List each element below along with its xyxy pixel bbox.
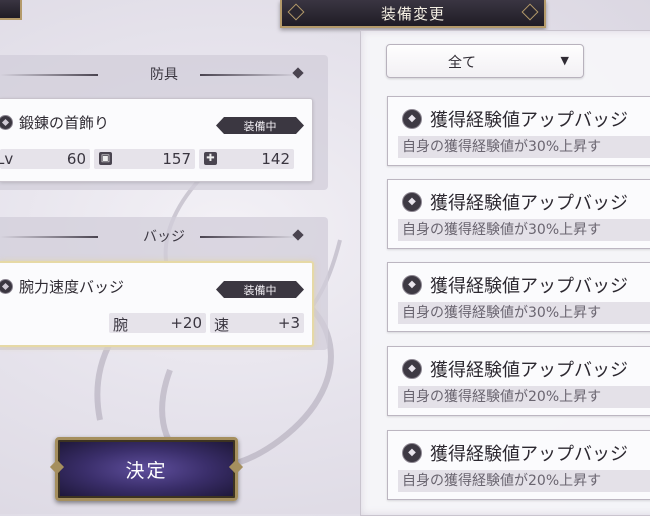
dropdown-triangle-icon: ▼ [560, 54, 569, 67]
badge-item-description: 自身の獲得経験値が30%上昇す [398, 136, 650, 158]
screen-title: 装備変更 [280, 0, 546, 28]
badge-list-item[interactable]: ◆ 獲得経験値アップバッジ 自身の獲得経験値が20%上昇す [387, 430, 650, 500]
cross-shield-icon: ✚ [204, 152, 217, 165]
armor-name: 鍛錬の首飾り [19, 114, 110, 132]
item-type-icon [0, 115, 13, 130]
badge-name-row: 腕力速度バッジ [0, 276, 124, 297]
stat-spacer [0, 313, 105, 333]
badge-name: 腕力速度バッジ [19, 278, 125, 296]
level-label: Lv [0, 150, 14, 168]
defense-stat: ▣ 157 [94, 149, 195, 169]
equipped-badge-card[interactable]: 腕力速度バッジ 装備中 腕 +20 速 +3 [0, 261, 314, 347]
badge-section-header: バッジ [0, 217, 328, 255]
speed-label: 速 [214, 316, 230, 334]
item-type-icon [0, 279, 13, 294]
header-rule-tip [292, 67, 304, 79]
confirm-button[interactable]: 決定 [55, 437, 238, 501]
header-rule-right [200, 236, 298, 238]
badge-section-title: バッジ [143, 229, 185, 245]
armor-name-row: 鍛錬の首飾り [0, 112, 109, 133]
badge-item-name: 獲得経験値アップバッジ [430, 360, 628, 381]
badge-item-description: 自身の獲得経験値が30%上昇す [398, 219, 650, 241]
badge-item-description: 自身の獲得経験値が30%上昇す [398, 302, 650, 324]
badge-type-icon: ◆ [402, 275, 422, 295]
strength-value: +20 [170, 314, 202, 332]
badge-item-name: 獲得経験値アップバッジ [430, 444, 628, 465]
level-stat: Lv 60 [0, 149, 90, 169]
armor-stats: Lv 60 ▣ 157 ✚ 142 [0, 149, 304, 169]
level-value: 60 [66, 150, 86, 168]
badge-list-item[interactable]: ◆ 獲得経験値アップバッジ 自身の獲得経験値が20%上昇す [387, 346, 650, 416]
equipped-tag: 装備中 [216, 117, 304, 134]
magic-defense-value: 142 [261, 150, 290, 168]
speed-stat: 速 +3 [210, 313, 304, 334]
badge-type-icon: ◆ [402, 192, 422, 212]
badge-list-item[interactable]: ◆ 獲得経験値アップバッジ 自身の獲得経験値が30%上昇す [387, 96, 650, 166]
badge-section: バッジ 腕力速度バッジ 装備中 腕 +20 速 +3 [0, 217, 328, 350]
strength-label: 腕 [113, 316, 129, 334]
armor-section-header: 防具 [0, 55, 328, 93]
armor-section-title: 防具 [150, 67, 178, 83]
badge-item-description: 自身の獲得経験値が20%上昇す [398, 470, 650, 492]
badge-stats: 腕 +20 速 +3 [0, 313, 304, 334]
badge-item-name: 獲得経験値アップバッジ [430, 110, 628, 131]
header-rule-left [0, 236, 98, 238]
equipped-armor-card[interactable]: 鍛錬の首飾り 装備中 Lv 60 ▣ 157 ✚ 142 [0, 98, 313, 182]
header-rule-tip [292, 229, 304, 241]
badge-list-item[interactable]: ◆ 獲得経験値アップバッジ 自身の獲得経験値が30%上昇す [387, 262, 650, 332]
defense-value: 157 [162, 150, 191, 168]
badge-type-icon: ◆ [402, 443, 422, 463]
header-rule-left [0, 74, 98, 76]
badge-item-description: 自身の獲得経験値が20%上昇す [398, 386, 650, 408]
equipped-tag: 装備中 [216, 281, 304, 298]
filter-selected-value: 全て [448, 55, 476, 71]
armor-section: 防具 鍛錬の首飾り 装備中 Lv 60 ▣ 157 ✚ 142 [0, 55, 328, 190]
filter-dropdown[interactable]: 全て ▼ [386, 44, 584, 78]
header-rule-right [200, 74, 298, 76]
magic-defense-stat: ✚ 142 [199, 149, 294, 169]
badge-type-icon: ◆ [402, 359, 422, 379]
badge-item-name: 獲得経験値アップバッジ [430, 276, 628, 297]
top-left-frame-corner [0, 0, 22, 20]
badge-list-item[interactable]: ◆ 獲得経験値アップバッジ 自身の獲得経験値が30%上昇す [387, 179, 650, 249]
badge-item-name: 獲得経験値アップバッジ [430, 193, 628, 214]
shield-icon: ▣ [99, 152, 112, 165]
speed-value: +3 [277, 314, 300, 332]
badge-type-icon: ◆ [402, 109, 422, 129]
strength-stat: 腕 +20 [109, 313, 206, 334]
